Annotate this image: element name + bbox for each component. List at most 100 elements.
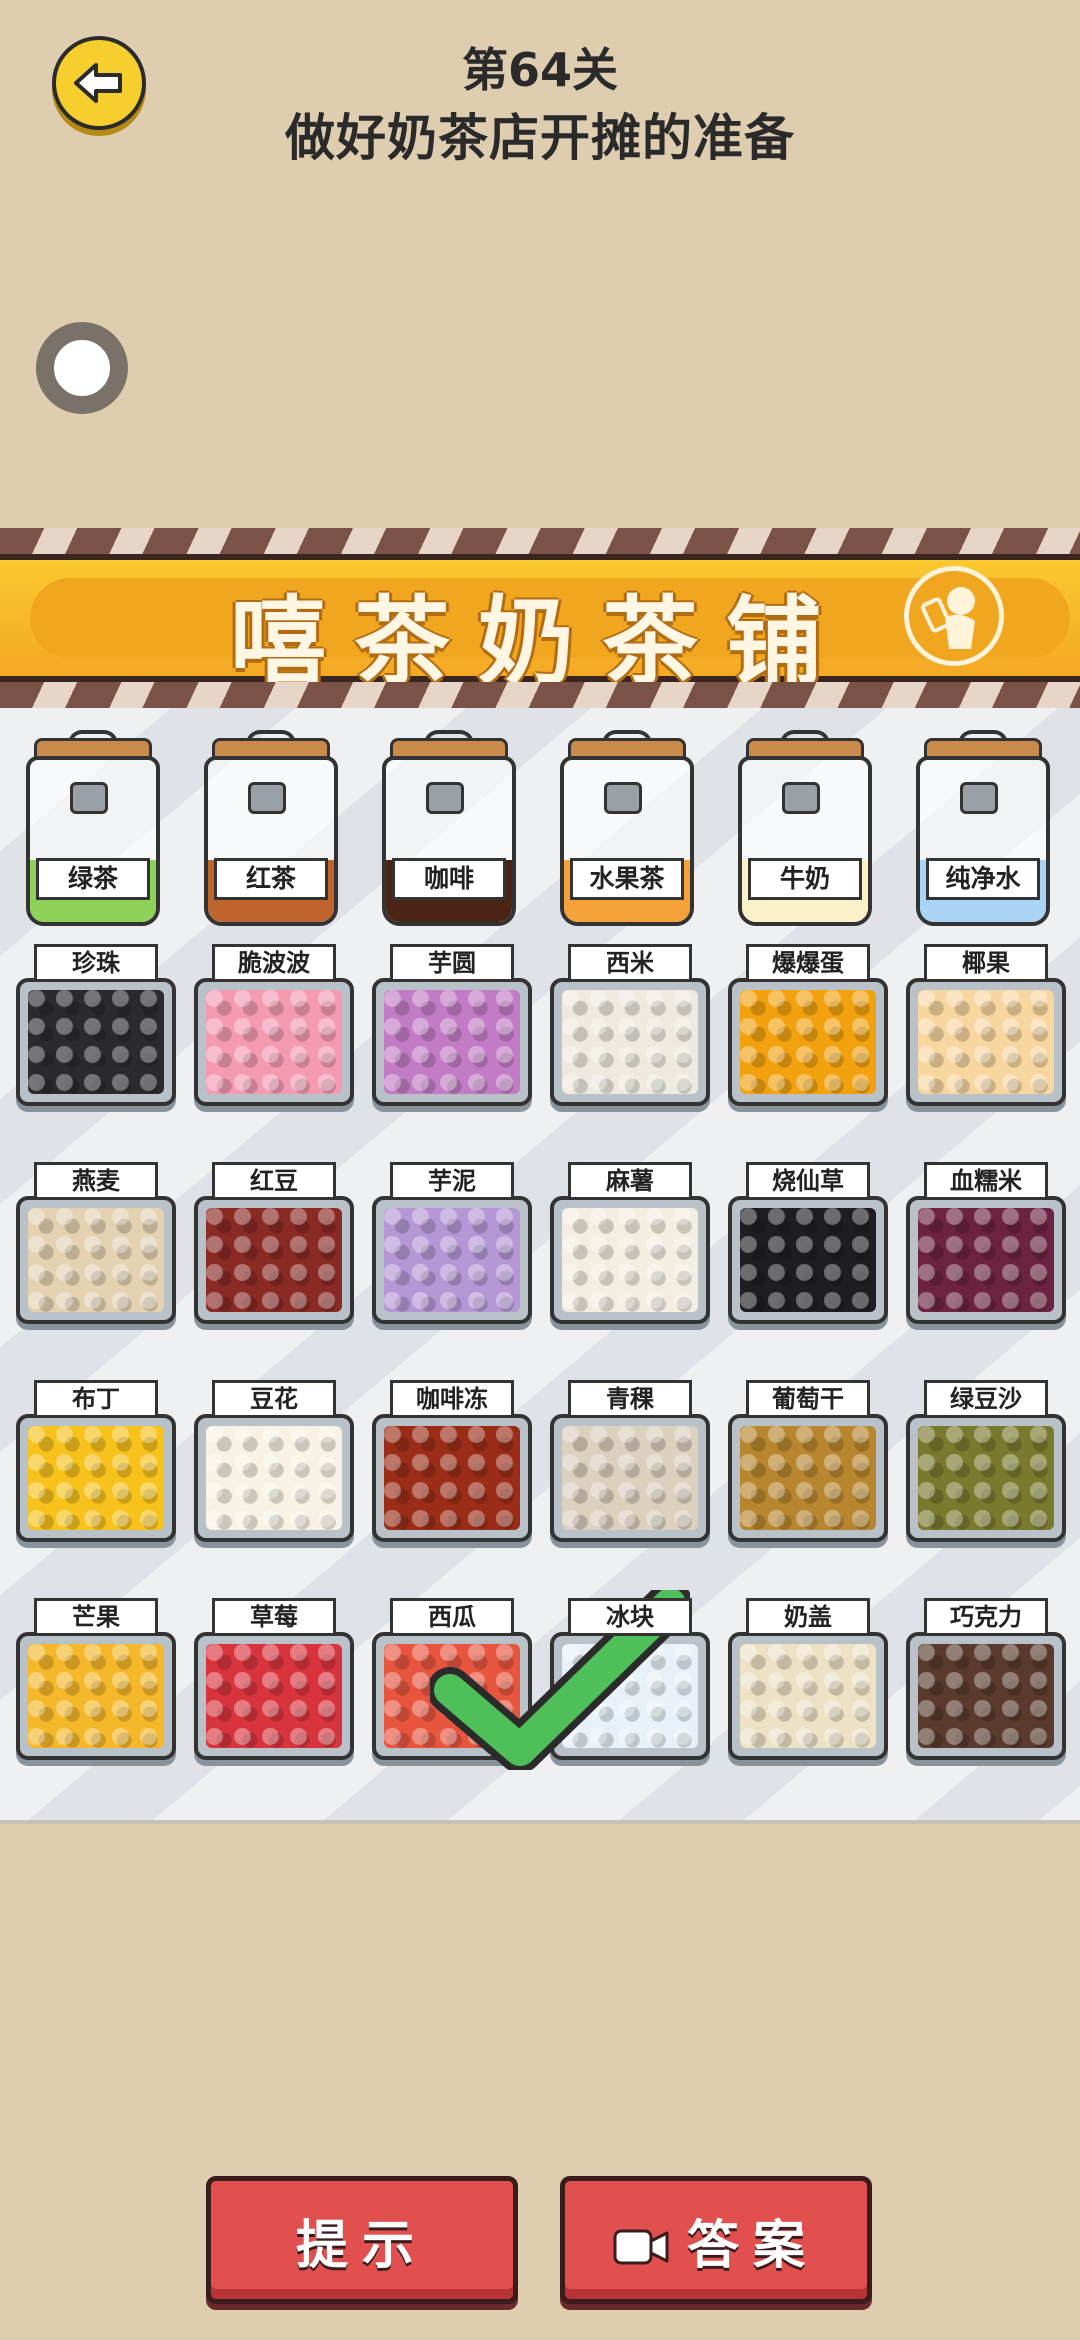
tray-label: 冰块: [568, 1598, 692, 1636]
tray-box: [16, 1632, 176, 1760]
ingredient-tray-4[interactable]: 爆爆蛋: [728, 944, 888, 1106]
tray-label: 红豆: [212, 1162, 336, 1200]
tap-icon: [70, 782, 108, 814]
ingredient-tray-9[interactable]: 麻薯: [550, 1162, 710, 1324]
jar-1[interactable]: 红茶: [198, 730, 344, 930]
tray-label: 绿豆沙: [924, 1380, 1048, 1418]
ingredient-tray-18[interactable]: 芒果: [16, 1598, 176, 1760]
hint-button[interactable]: 提示: [206, 2176, 518, 2304]
tray-box: [16, 1414, 176, 1542]
ingredient-tray-1[interactable]: 脆波波: [194, 944, 354, 1106]
tray-box: [550, 1196, 710, 1324]
jar-2[interactable]: 咖啡: [376, 730, 522, 930]
tray-label: 布丁: [34, 1380, 158, 1418]
tray-box: [372, 1632, 532, 1760]
ingredient-tray-15[interactable]: 青稞: [550, 1380, 710, 1542]
tap-icon: [248, 782, 286, 814]
ingredient-tray-17[interactable]: 绿豆沙: [906, 1380, 1066, 1542]
ingredient-tray-11[interactable]: 血糯米: [906, 1162, 1066, 1324]
tray-fill: [740, 1208, 876, 1312]
answer-button[interactable]: 答案: [560, 2176, 872, 2304]
tray-label: 芒果: [34, 1598, 158, 1636]
jar-3[interactable]: 水果茶: [554, 730, 700, 930]
hint-button-label: 提示: [295, 2215, 428, 2276]
answer-button-label: 答案: [686, 2215, 819, 2276]
tray-box: [16, 978, 176, 1106]
tray-fill: [918, 1426, 1054, 1530]
tray-fill: [562, 990, 698, 1094]
ingredient-tray-10[interactable]: 烧仙草: [728, 1162, 888, 1324]
tray-label: 草莓: [212, 1598, 336, 1636]
tray-box: [194, 1414, 354, 1542]
ingredient-tray-22[interactable]: 奶盖: [728, 1598, 888, 1760]
tray-fill: [206, 990, 342, 1094]
tray-fill: [918, 1208, 1054, 1312]
jar-label: 纯净水: [926, 858, 1040, 900]
awning-stripes-bottom: [0, 682, 1080, 708]
tray-label: 青稞: [568, 1380, 692, 1418]
tray-fill: [28, 990, 164, 1094]
tray-box: [906, 1196, 1066, 1324]
jar-4[interactable]: 牛奶: [732, 730, 878, 930]
tray-box: [728, 1632, 888, 1760]
ingredient-tray-8[interactable]: 芋泥: [372, 1162, 532, 1324]
ingredient-tray-2[interactable]: 芋圆: [372, 944, 532, 1106]
tray-fill: [740, 1426, 876, 1530]
tray-fill: [384, 990, 520, 1094]
shop-counter: 绿茶 红茶 咖啡 水果茶 牛奶 纯净水珍珠 脆波波 芋圆 西米 爆爆蛋 椰果燕麦 红豆 芋泥 麻薯 烧仙草 血…: [0, 708, 1080, 1824]
tray-label: 豆花: [212, 1380, 336, 1418]
tray-fill: [206, 1644, 342, 1748]
tray-label: 烧仙草: [746, 1162, 870, 1200]
tray-label: 西瓜: [390, 1598, 514, 1636]
tray-box: [906, 1414, 1066, 1542]
tray-label: 芋圆: [390, 944, 514, 982]
ingredient-tray-13[interactable]: 豆花: [194, 1380, 354, 1542]
tap-icon: [426, 782, 464, 814]
jar-label: 红茶: [214, 858, 328, 900]
tray-label: 巧克力: [924, 1598, 1048, 1636]
ingredient-tray-6[interactable]: 燕麦: [16, 1162, 176, 1324]
ingredient-tray-19[interactable]: 草莓: [194, 1598, 354, 1760]
tap-icon: [960, 782, 998, 814]
tray-label: 燕麦: [34, 1162, 158, 1200]
ingredient-tray-16[interactable]: 葡萄干: [728, 1380, 888, 1542]
tray-label: 芋泥: [390, 1162, 514, 1200]
tray-label: 麻薯: [568, 1162, 692, 1200]
awning-stripes-top: [0, 528, 1080, 554]
ingredient-tray-3[interactable]: 西米: [550, 944, 710, 1106]
tray-fill: [562, 1644, 698, 1748]
tray-box: [550, 1414, 710, 1542]
tray-box: [728, 1414, 888, 1542]
jar-label: 绿茶: [36, 858, 150, 900]
video-camera-icon: [613, 2220, 669, 2265]
tray-fill: [562, 1208, 698, 1312]
floating-toggle[interactable]: [36, 322, 128, 414]
tray-box: [372, 1196, 532, 1324]
ingredient-tray-20[interactable]: 西瓜: [372, 1598, 532, 1760]
ingredient-tray-21[interactable]: 冰块: [550, 1598, 710, 1760]
tray-label: 咖啡冻: [390, 1380, 514, 1418]
jar-0[interactable]: 绿茶: [20, 730, 166, 930]
tray-fill: [28, 1644, 164, 1748]
jar-5[interactable]: 纯净水: [910, 730, 1056, 930]
tray-fill: [28, 1208, 164, 1312]
shop-awning: 嘻茶奶茶铺: [0, 528, 1080, 708]
tray-fill: [918, 990, 1054, 1094]
tray-fill: [384, 1426, 520, 1530]
tray-fill: [384, 1644, 520, 1748]
jar-label: 咖啡: [392, 858, 506, 900]
ingredient-tray-12[interactable]: 布丁: [16, 1380, 176, 1542]
tray-fill: [562, 1426, 698, 1530]
tray-label: 脆波波: [212, 944, 336, 982]
ingredient-tray-14[interactable]: 咖啡冻: [372, 1380, 532, 1542]
ingredient-tray-7[interactable]: 红豆: [194, 1162, 354, 1324]
ingredient-tray-0[interactable]: 珍珠: [16, 944, 176, 1106]
level-title: 第64关: [461, 43, 618, 97]
tray-box: [728, 1196, 888, 1324]
tray-label: 爆爆蛋: [746, 944, 870, 982]
tray-box: [906, 978, 1066, 1106]
ingredient-tray-23[interactable]: 巧克力: [906, 1598, 1066, 1760]
ingredient-tray-5[interactable]: 椰果: [906, 944, 1066, 1106]
tray-label: 血糯米: [924, 1162, 1048, 1200]
jar-label: 水果茶: [570, 858, 684, 900]
